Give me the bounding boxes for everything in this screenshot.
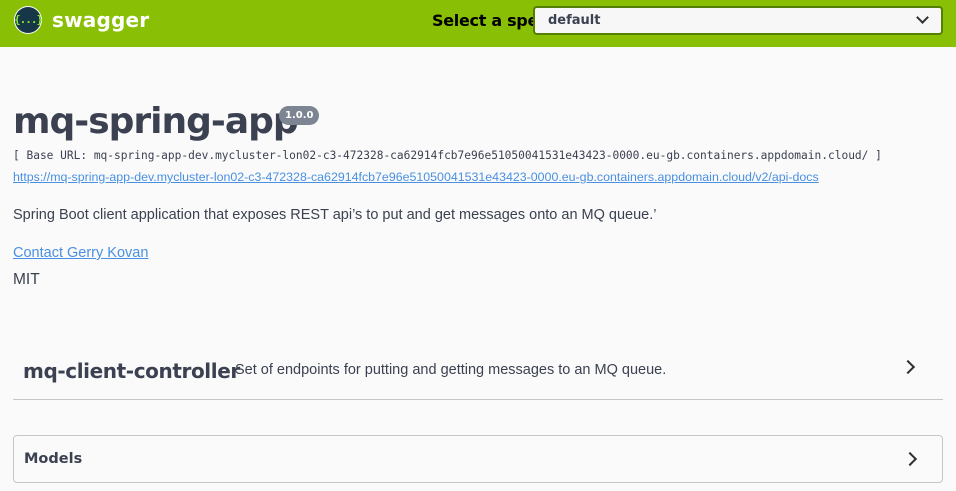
spec-select-label: Select a spec [432,11,548,30]
version-badge: 1.0.0 [279,106,320,125]
operation-tag-mq-client-controller[interactable]: mq-client-controller Set of endpoints fo… [13,345,943,400]
topbar: {...} swagger Select a spec default [0,0,956,47]
chevron-right-icon[interactable] [900,359,916,375]
swagger-logo[interactable]: {...} swagger [14,6,149,34]
models-label: Models [24,451,83,467]
tag-description: Set of endpoints for putting and getting… [235,362,667,378]
models-section[interactable]: Models [13,435,943,483]
api-description: Spring Boot client application that expo… [13,207,657,223]
chevron-right-icon[interactable] [902,451,918,467]
license: MIT [13,271,40,288]
chevron-down-icon [916,11,929,24]
spec-select[interactable]: default [533,6,943,35]
contact-link[interactable]: Contact Gerry Kovan [13,245,148,261]
spec-select-value: default [548,13,601,28]
brand-name: swagger [52,8,150,32]
api-title: mq-spring-app [13,101,299,142]
tag-name: mq-client-controller [23,359,240,383]
swagger-logo-icon: {...} [14,6,43,34]
api-docs-link[interactable]: https://mq-spring-app-dev.mycluster-lon0… [13,170,819,184]
base-url: [ Base URL: mq-spring-app-dev.mycluster-… [13,149,882,162]
